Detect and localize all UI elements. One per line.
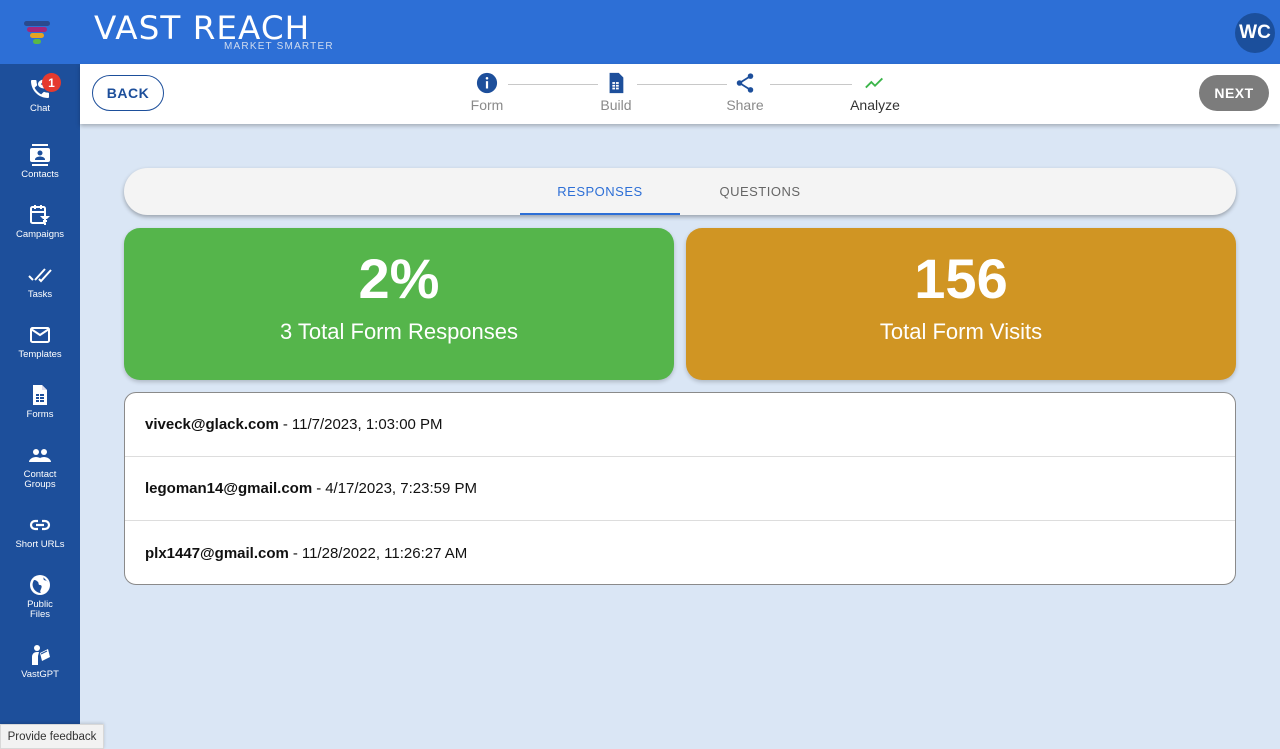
campaigns-icon bbox=[30, 205, 50, 225]
sidebar: 1 Chat Contacts Campaigns Tasks Template… bbox=[0, 64, 80, 749]
response-timestamp: 4/17/2023, 7:23:59 PM bbox=[325, 480, 477, 497]
response-email: plx1447@gmail.com bbox=[145, 544, 289, 562]
tab-responses[interactable]: RESPONSES bbox=[520, 168, 680, 215]
step-label: Form bbox=[470, 97, 504, 113]
responses-list: viveck@glack.com -11/7/2023, 1:03:00 PM l… bbox=[124, 392, 1236, 585]
sidebar-item-label: Short URLs bbox=[15, 539, 65, 550]
provide-feedback-button[interactable]: Provide feedback bbox=[0, 724, 104, 749]
sidebar-item-label: VastGPT bbox=[21, 669, 59, 680]
tasks-icon bbox=[28, 268, 52, 283]
sidebar-item-vastgpt[interactable]: VastGPT bbox=[0, 643, 80, 680]
form-icon bbox=[33, 385, 47, 405]
contacts-icon bbox=[30, 144, 50, 166]
next-button[interactable]: NEXT bbox=[1199, 75, 1269, 111]
sidebar-item-public-files[interactable]: Public Files bbox=[0, 573, 80, 620]
sidebar-item-label: Public Files bbox=[27, 599, 53, 620]
brand-tagline: MARKET SMARTER bbox=[224, 41, 334, 52]
tab-questions[interactable]: QUESTIONS bbox=[680, 168, 840, 215]
response-row[interactable]: legoman14@gmail.com -4/17/2023, 7:23:59 P… bbox=[125, 457, 1235, 521]
mail-icon bbox=[30, 327, 50, 343]
response-rate-value: 2% bbox=[358, 247, 440, 310]
sidebar-item-label: Campaigns bbox=[15, 229, 65, 240]
sidebar-item-contact-groups[interactable]: Contact Groups bbox=[0, 443, 80, 490]
step-label: Analyze bbox=[850, 97, 900, 113]
info-icon bbox=[476, 72, 498, 94]
separator: - bbox=[316, 480, 322, 497]
response-timestamp: 11/7/2023, 1:03:00 PM bbox=[291, 416, 443, 433]
sidebar-item-label: Contact Groups bbox=[23, 469, 57, 490]
step-build[interactable]: Build bbox=[576, 72, 656, 113]
sidebar-item-label: Contacts bbox=[21, 169, 59, 180]
sidebar-item-label: Tasks bbox=[27, 289, 53, 300]
responses-stat-card: 2% 3 Total Form Responses bbox=[124, 228, 674, 380]
visits-stat-card: 156 Total Form Visits bbox=[686, 228, 1236, 380]
groups-icon bbox=[29, 449, 51, 462]
separator: - bbox=[282, 416, 288, 433]
share-icon bbox=[736, 73, 754, 93]
response-row[interactable]: viveck@glack.com -11/7/2023, 1:03:00 PM bbox=[125, 393, 1235, 457]
brand-name: VAST REACH bbox=[94, 9, 311, 47]
sidebar-item-label: Chat bbox=[29, 103, 51, 114]
response-row[interactable]: plx1447@gmail.com -11/28/2022, 11:26:27 A… bbox=[125, 521, 1235, 584]
response-timestamp: 11/28/2022, 11:26:27 AM bbox=[301, 544, 468, 562]
analytics-tabs: RESPONSES QUESTIONS bbox=[124, 168, 1236, 215]
sidebar-item-templates[interactable]: Templates bbox=[0, 323, 80, 360]
step-analyze[interactable]: Analyze bbox=[835, 72, 915, 113]
visits-value: 156 bbox=[914, 247, 1008, 310]
step-form[interactable]: Form bbox=[447, 72, 527, 113]
sidebar-item-contacts[interactable]: Contacts bbox=[0, 143, 80, 180]
document-icon bbox=[609, 72, 624, 94]
chat-unread-badge: 1 bbox=[42, 73, 61, 92]
top-bar: VAST REACH MARKET SMARTER WC bbox=[0, 0, 1280, 64]
responses-count-label: 3 Total Form Responses bbox=[279, 319, 519, 344]
sidebar-item-campaigns[interactable]: Campaigns bbox=[0, 203, 80, 240]
response-email: viveck@glack.com bbox=[145, 416, 279, 433]
step-label: Build bbox=[600, 97, 632, 113]
funnel-logo-icon[interactable] bbox=[24, 21, 50, 45]
sidebar-item-chat[interactable]: 1 Chat bbox=[0, 73, 80, 114]
step-label: Share bbox=[726, 97, 764, 113]
trending-up-icon bbox=[865, 77, 883, 89]
assistant-icon bbox=[32, 645, 50, 665]
separator: - bbox=[292, 544, 298, 562]
step-share[interactable]: Share bbox=[705, 72, 785, 113]
sidebar-item-tasks[interactable]: Tasks bbox=[0, 263, 80, 300]
link-icon bbox=[29, 519, 51, 531]
sidebar-item-label: Forms bbox=[26, 409, 54, 420]
sidebar-item-forms[interactable]: Forms bbox=[0, 383, 80, 420]
user-avatar[interactable]: WC bbox=[1235, 13, 1275, 53]
back-button[interactable]: BACK bbox=[92, 75, 164, 111]
response-email: legoman14@gmail.com bbox=[145, 480, 313, 497]
brand-logo: VAST REACH MARKET SMARTER bbox=[94, 12, 333, 52]
globe-icon bbox=[30, 575, 50, 595]
visits-label: Total Form Visits bbox=[879, 319, 1043, 344]
sidebar-item-label: Templates bbox=[18, 349, 62, 360]
sidebar-item-short-urls[interactable]: Short URLs bbox=[0, 513, 80, 550]
stepper-bar: BACK Form Build Share Analyze NEXT bbox=[80, 64, 1280, 124]
